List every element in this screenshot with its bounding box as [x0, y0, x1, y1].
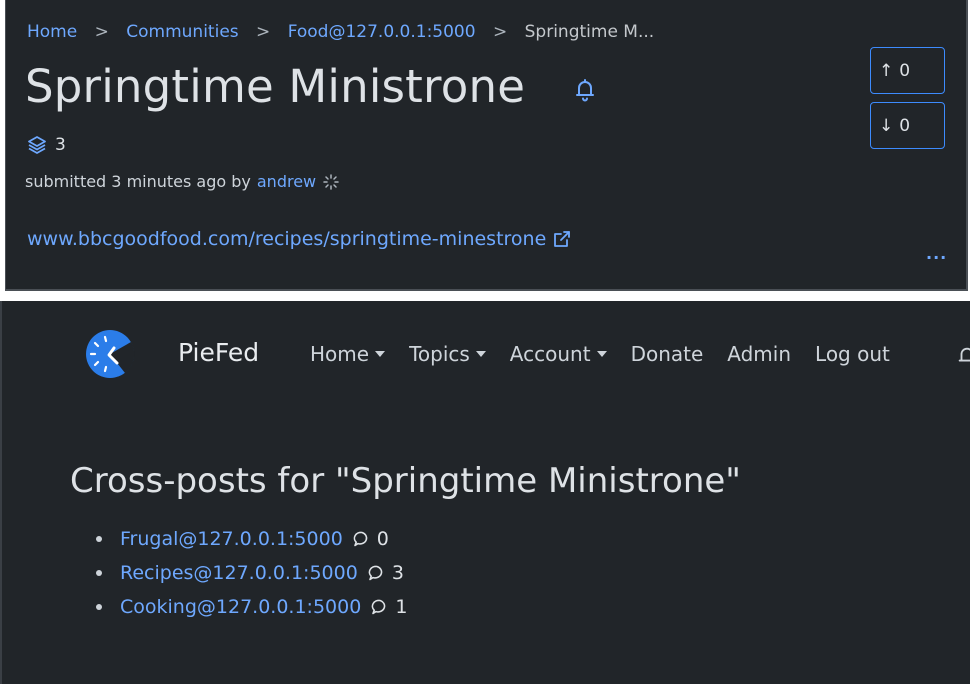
crossposts-page: PieFed Home Topics Account Donate Admin …: [0, 301, 970, 684]
caret-down-icon: [596, 351, 607, 357]
downvote-count: 0: [899, 115, 911, 136]
crosspost-count-value: 3: [55, 135, 66, 155]
submitted-line: submitted 3 minutes ago by andrew: [25, 172, 340, 191]
nav-donate-label: Donate: [630, 342, 704, 366]
nav-account[interactable]: Account: [510, 342, 607, 366]
crosspost-item: Frugal@127.0.0.1:5000 0: [96, 522, 407, 556]
crosspost-community-link[interactable]: Cooking@127.0.0.1:5000: [120, 596, 361, 618]
caret-down-icon: [475, 351, 486, 357]
breadcrumb-home[interactable]: Home: [27, 22, 77, 42]
crosspost-comment-count: 0: [376, 528, 389, 550]
post-title: Springtime Ministrone: [25, 60, 526, 113]
nav-topics-label: Topics: [409, 342, 470, 366]
comment-icon: [353, 531, 368, 547]
crosspost-count[interactable]: 3: [27, 135, 66, 155]
piefed-logo-icon[interactable]: [81, 328, 141, 380]
nav-home-label: Home: [310, 342, 370, 366]
spinner-icon: [323, 173, 339, 190]
comment-icon: [371, 599, 386, 615]
breadcrumb-separator: >: [94, 22, 109, 42]
downvote-button[interactable]: ↓ 0: [870, 102, 945, 149]
crossposts-heading: Cross-posts for "Springtime Ministrone": [70, 461, 741, 501]
brand-name[interactable]: PieFed: [178, 338, 259, 367]
nav-home[interactable]: Home: [310, 342, 386, 366]
author-link[interactable]: andrew: [257, 172, 316, 191]
post-url-text: www.bbcgoodfood.com/recipes/springtime-m…: [27, 228, 547, 250]
breadcrumb-separator: >: [492, 22, 508, 42]
crosspost-comment-count: 1: [395, 596, 408, 618]
arrow-up-icon: ↑: [879, 60, 894, 81]
bell-icon[interactable]: [573, 78, 597, 102]
crosspost-community-link[interactable]: Recipes@127.0.0.1:5000: [120, 562, 358, 584]
nav-logout[interactable]: Log out: [815, 342, 890, 366]
breadcrumb: Home > Communities > Food@127.0.0.1:5000…: [27, 22, 654, 42]
list-bullet: [96, 604, 102, 610]
list-bullet: [96, 570, 102, 576]
caret-down-icon: [375, 351, 386, 357]
post-url-link[interactable]: www.bbcgoodfood.com/recipes/springtime-m…: [27, 228, 572, 250]
external-link-icon: [554, 231, 571, 247]
list-bullet: [96, 536, 102, 542]
breadcrumb-separator: >: [256, 22, 271, 42]
notifications-bell-icon[interactable]: [956, 345, 970, 367]
more-options-button[interactable]: ...: [926, 244, 947, 263]
breadcrumb-current: Springtime M...: [524, 22, 655, 42]
upvote-count: 0: [899, 60, 911, 81]
comment-icon: [368, 565, 383, 581]
breadcrumb-community[interactable]: Food@127.0.0.1:5000: [288, 22, 476, 42]
upvote-button[interactable]: ↑ 0: [870, 47, 945, 94]
nav-donate[interactable]: Donate: [631, 342, 704, 366]
crosspost-item: Recipes@127.0.0.1:5000 3: [96, 556, 407, 590]
breadcrumb-communities[interactable]: Communities: [126, 22, 238, 42]
main-nav: Home Topics Account Donate Admin Log out: [310, 342, 914, 366]
nav-logout-label: Log out: [815, 342, 890, 366]
layers-icon: [28, 136, 46, 154]
nav-admin[interactable]: Admin: [727, 342, 791, 366]
crosspost-item: Cooking@127.0.0.1:5000 1: [96, 590, 407, 624]
crosspost-comment-count: 3: [391, 562, 404, 584]
nav-admin-label: Admin: [727, 342, 792, 366]
crossposts-list: Frugal@127.0.0.1:5000 0 Recipes@127.0.0.…: [96, 522, 407, 624]
arrow-down-icon: ↓: [879, 115, 894, 136]
nav-account-label: Account: [509, 342, 591, 366]
crosspost-community-link[interactable]: Frugal@127.0.0.1:5000: [120, 528, 343, 550]
submitted-text: submitted 3 minutes ago by: [25, 172, 251, 191]
post-header-panel: Home > Communities > Food@127.0.0.1:5000…: [5, 0, 968, 291]
nav-topics[interactable]: Topics: [409, 342, 486, 366]
